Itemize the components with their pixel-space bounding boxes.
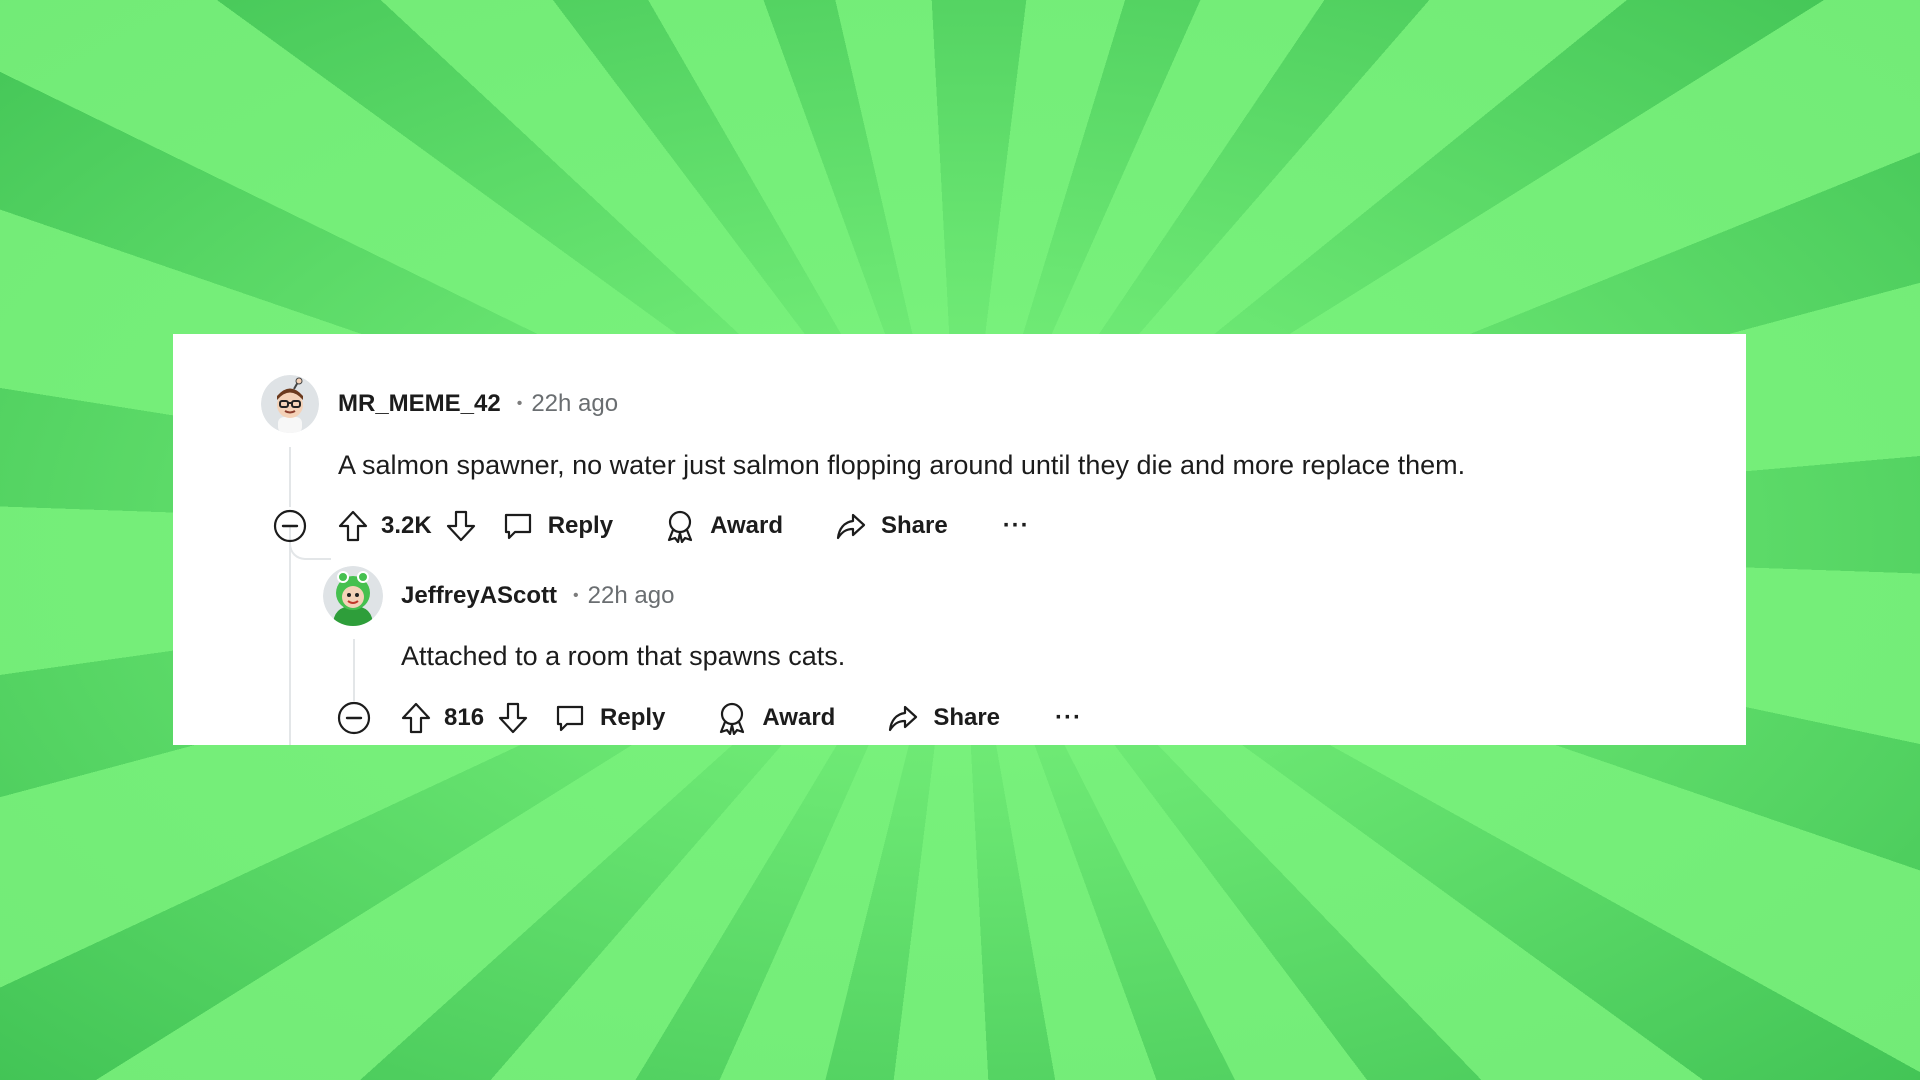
username[interactable]: JeffreyAScott <box>401 582 557 610</box>
comment-actions: 3.2K Reply Award Share ··· <box>273 506 1030 546</box>
username[interactable]: MR_MEME_42 <box>338 390 501 418</box>
comment-body: A salmon spawner, no water just salmon f… <box>338 450 1466 480</box>
collapse-icon <box>337 701 371 735</box>
upvote-arrow-icon <box>338 510 368 542</box>
upvote-arrow-icon <box>401 702 431 734</box>
thread-line-main-lower <box>289 541 291 745</box>
more-options-button[interactable]: ··· <box>1003 512 1030 540</box>
more-options-button[interactable]: ··· <box>1055 704 1082 732</box>
collapse-icon <box>273 509 307 543</box>
comment-thread-card: MR_MEME_42 • 22h ago A salmon spawner, n… <box>173 334 1746 745</box>
downvote-arrow-icon <box>498 702 528 734</box>
timestamp[interactable]: 22h ago <box>531 390 618 418</box>
downvote-button[interactable] <box>444 509 478 543</box>
snoo-avatar-green-hood-icon <box>323 566 383 626</box>
award-icon <box>720 702 745 735</box>
comment-header: MR_MEME_42 • 22h ago <box>338 386 618 422</box>
award-label: Award <box>710 512 783 539</box>
comment-body: Attached to a room that spawns cats. <box>401 641 846 671</box>
downvote-arrow-icon <box>446 510 475 542</box>
comment-header: JeffreyAScott • 22h ago <box>401 578 674 614</box>
comment-bubble-icon <box>504 513 531 540</box>
downvote-button[interactable] <box>496 701 530 735</box>
award-icon <box>667 510 693 543</box>
share-button[interactable]: Share <box>887 702 1000 734</box>
thread-line-reply <box>353 639 355 701</box>
share-label: Share <box>933 704 1001 731</box>
reply-label: Reply <box>600 704 666 731</box>
separator-dot: • <box>516 395 523 412</box>
vote-count: 3.2K <box>381 512 432 539</box>
share-button[interactable]: Share <box>835 510 948 542</box>
comment-bubble-icon <box>556 705 584 732</box>
share-arrow-icon <box>889 705 918 732</box>
award-label: Award <box>762 704 836 731</box>
share-arrow-icon <box>836 513 866 540</box>
reply-button[interactable]: Reply <box>502 510 613 542</box>
reply-button[interactable]: Reply <box>554 702 665 734</box>
award-button[interactable]: Award <box>664 509 783 543</box>
thread-line-main <box>289 447 291 507</box>
share-label: Share <box>880 512 948 539</box>
snoo-avatar-glasses-icon <box>261 375 319 433</box>
timestamp[interactable]: 22h ago <box>588 582 675 610</box>
award-button[interactable]: Award <box>716 701 835 735</box>
avatar[interactable] <box>323 566 383 626</box>
reply-label: Reply <box>547 512 614 539</box>
separator-dot: • <box>573 587 579 604</box>
upvote-button[interactable] <box>336 509 370 543</box>
comment-actions: 816 Reply Award Share ··· <box>337 698 1082 738</box>
collapse-button[interactable] <box>273 509 307 543</box>
upvote-button[interactable] <box>399 701 433 735</box>
vote-count: 816 <box>444 704 485 731</box>
collapse-button[interactable] <box>337 701 371 735</box>
avatar[interactable] <box>261 375 319 433</box>
